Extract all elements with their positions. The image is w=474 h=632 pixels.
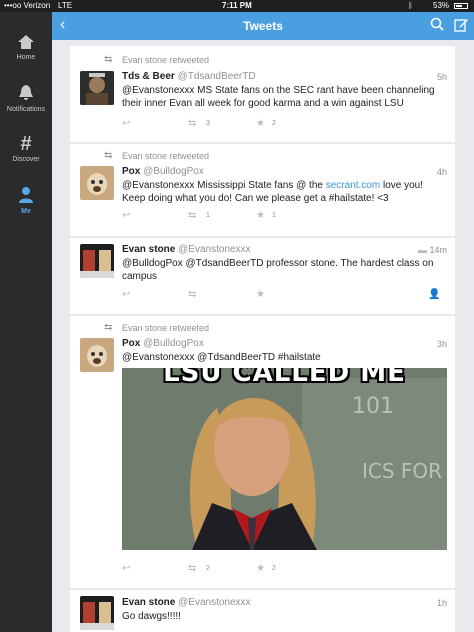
reply-icon[interactable]: ↩ xyxy=(122,289,130,300)
timestamp: 3h xyxy=(436,339,447,349)
sidebar-item-home[interactable]: Home xyxy=(0,34,52,61)
tweet-header: Pox @BulldogPox xyxy=(122,338,204,349)
retweet-count: 3 xyxy=(206,120,210,127)
favorite-star-icon[interactable]: ★ xyxy=(256,118,265,129)
tweet-card[interactable]: ⇆ Evan stone retweeted Pox @BulldogPox 4h… xyxy=(70,144,455,236)
sidebar: Home Notifications # Discover Me xyxy=(0,12,52,632)
follow-user-icon[interactable]: 👤 xyxy=(428,289,440,300)
nav-bar: ‹ Tweets xyxy=(52,12,474,40)
avatar[interactable] xyxy=(80,596,114,630)
favorite-star-icon[interactable]: ★ xyxy=(256,210,265,221)
svg-text:101: 101 xyxy=(352,394,394,419)
retweet-context: ⇆ Evan stone retweeted xyxy=(104,150,210,161)
home-icon xyxy=(18,35,34,49)
retweet-count: 1 xyxy=(206,212,210,219)
carrier-label: •••oo Verizon xyxy=(4,1,51,10)
tweet-actions: ↩ ⇆ ★ 👤 xyxy=(122,289,447,301)
meme-caption: LSU CALLED ME xyxy=(163,368,406,388)
timestamp: ▬ 14m xyxy=(418,245,447,255)
retweet-context-label: Evan stone retweeted xyxy=(122,323,210,333)
person-icon xyxy=(19,187,33,203)
timestamp: 5h xyxy=(436,72,447,82)
favorite-count: 2 xyxy=(272,120,276,127)
retweet-icon[interactable]: ⇆ xyxy=(188,289,196,300)
retweet-icon[interactable]: ⇆ xyxy=(188,563,196,574)
tweet-card[interactable]: Evan stone @Evanstonexxx 1h Go dawgs!!!!… xyxy=(70,590,455,632)
avatar[interactable] xyxy=(80,338,114,372)
tweet-media-image[interactable]: 101 ICS FOR LSU CALLED ME xyxy=(122,368,447,550)
sidebar-item-label: Notifications xyxy=(6,106,46,113)
tweet-text: @BulldogPox @TdsandBeerTD professor ston… xyxy=(122,258,434,282)
avatar[interactable] xyxy=(80,71,114,105)
retweet-context-label: Evan stone retweeted xyxy=(122,55,210,65)
reply-icon[interactable]: ↩ xyxy=(122,118,130,129)
retweet-context-label: Evan stone retweeted xyxy=(122,151,210,161)
tweet-card[interactable]: ⇆ Evan stone retweeted Pox @BulldogPox 3h… xyxy=(70,316,455,588)
tweet-text: @Evanstonexxx Mississippi State fans @ t… xyxy=(122,179,444,205)
handle[interactable]: @Evanstonexxx xyxy=(178,244,250,255)
clock: 7:11 PM xyxy=(222,1,252,10)
retweet-small-icon: ⇆ xyxy=(104,322,113,333)
avatar[interactable] xyxy=(80,166,114,200)
retweet-small-icon: ⇆ xyxy=(104,150,113,161)
display-name[interactable]: Pox xyxy=(122,166,140,177)
display-name[interactable]: Evan stone xyxy=(122,244,175,255)
tweet-header: Evan stone @Evanstonexxx xyxy=(122,597,251,608)
tweet-card[interactable]: ⇆ Evan stone retweeted Tds & Beer @Tdsand… xyxy=(70,46,455,142)
tweet-text: @Evanstonexxx @TdsandBeerTD #hailstate xyxy=(122,352,321,363)
retweet-icon[interactable]: ⇆ xyxy=(188,118,196,129)
retweet-context: ⇆ Evan stone retweeted xyxy=(104,54,210,65)
display-name[interactable]: Evan stone xyxy=(122,597,175,608)
battery-icon xyxy=(454,3,468,9)
favorite-star-icon[interactable]: ★ xyxy=(256,289,265,300)
avatar[interactable] xyxy=(80,244,114,278)
retweet-context: ⇆ Evan stone retweeted xyxy=(104,322,210,333)
timestamp-value: 14m xyxy=(429,245,447,255)
svg-text:ICS FOR: ICS FOR xyxy=(362,459,442,483)
reply-bubble-icon: ▬ xyxy=(417,245,427,255)
retweet-count: 2 xyxy=(206,565,210,572)
tweet-card[interactable]: Evan stone @Evanstonexxx ▬ 14m @BulldogP… xyxy=(70,238,455,314)
search-icon[interactable] xyxy=(430,17,444,31)
sidebar-item-label: Home xyxy=(16,54,36,61)
tweet-link[interactable]: secrant.com xyxy=(326,180,380,191)
timestamp: 4h xyxy=(436,167,447,177)
sidebar-item-me[interactable]: Me xyxy=(0,186,52,215)
handle[interactable]: @BulldogPox xyxy=(143,166,204,177)
sidebar-item-discover[interactable]: # Discover xyxy=(0,134,52,163)
handle[interactable]: @Evanstonexxx xyxy=(178,597,250,608)
display-name[interactable]: Pox xyxy=(122,338,140,349)
retweet-small-icon: ⇆ xyxy=(104,54,113,65)
tweet-header: Tds & Beer @TdsandBeerTD xyxy=(122,71,256,82)
tweet-actions: ↩ ⇆ 2 ★ 2 xyxy=(122,563,442,575)
sidebar-item-notifications[interactable]: Notifications xyxy=(0,84,52,113)
battery-percent: 53% xyxy=(433,1,450,10)
tweet-actions: ↩ ⇆ 3 ★ 2 xyxy=(122,118,442,130)
reply-icon[interactable]: ↩ xyxy=(122,210,130,221)
tweet-actions: ↩ ⇆ 1 ★ 1 xyxy=(122,210,442,222)
sidebar-item-label: Discover xyxy=(12,156,40,163)
favorite-count: 2 xyxy=(272,565,276,572)
tweet-header: Evan stone @Evanstonexxx xyxy=(122,244,251,255)
display-name[interactable]: Tds & Beer xyxy=(122,71,175,82)
retweet-icon[interactable]: ⇆ xyxy=(188,210,196,221)
sidebar-item-label: Me xyxy=(21,208,31,215)
favorite-star-icon[interactable]: ★ xyxy=(256,563,265,574)
network-label: LTE xyxy=(58,1,73,10)
handle[interactable]: @BulldogPox xyxy=(143,338,204,349)
handle[interactable]: @TdsandBeerTD xyxy=(178,71,256,82)
compose-icon[interactable] xyxy=(454,17,469,32)
timestamp: 1h xyxy=(436,598,447,608)
page-title: Tweets xyxy=(243,19,283,33)
favorite-count: 1 xyxy=(272,212,276,219)
bluetooth-icon: ᛒ xyxy=(408,1,413,10)
tweet-header: Pox @BulldogPox xyxy=(122,166,204,177)
tweet-text: Go dawgs!!!!! xyxy=(122,611,181,622)
bell-icon xyxy=(19,85,33,100)
tweet-text-part: @Evanstonexxx Mississippi State fans @ t… xyxy=(122,180,326,191)
reply-icon[interactable]: ↩ xyxy=(122,563,130,574)
status-bar: •••oo Verizon LTE 7:11 PM ᛒ 53% xyxy=(0,0,474,12)
tweet-text: @Evanstonexxx MS State fans on the SEC r… xyxy=(122,85,435,109)
hash-icon: # xyxy=(20,133,32,155)
